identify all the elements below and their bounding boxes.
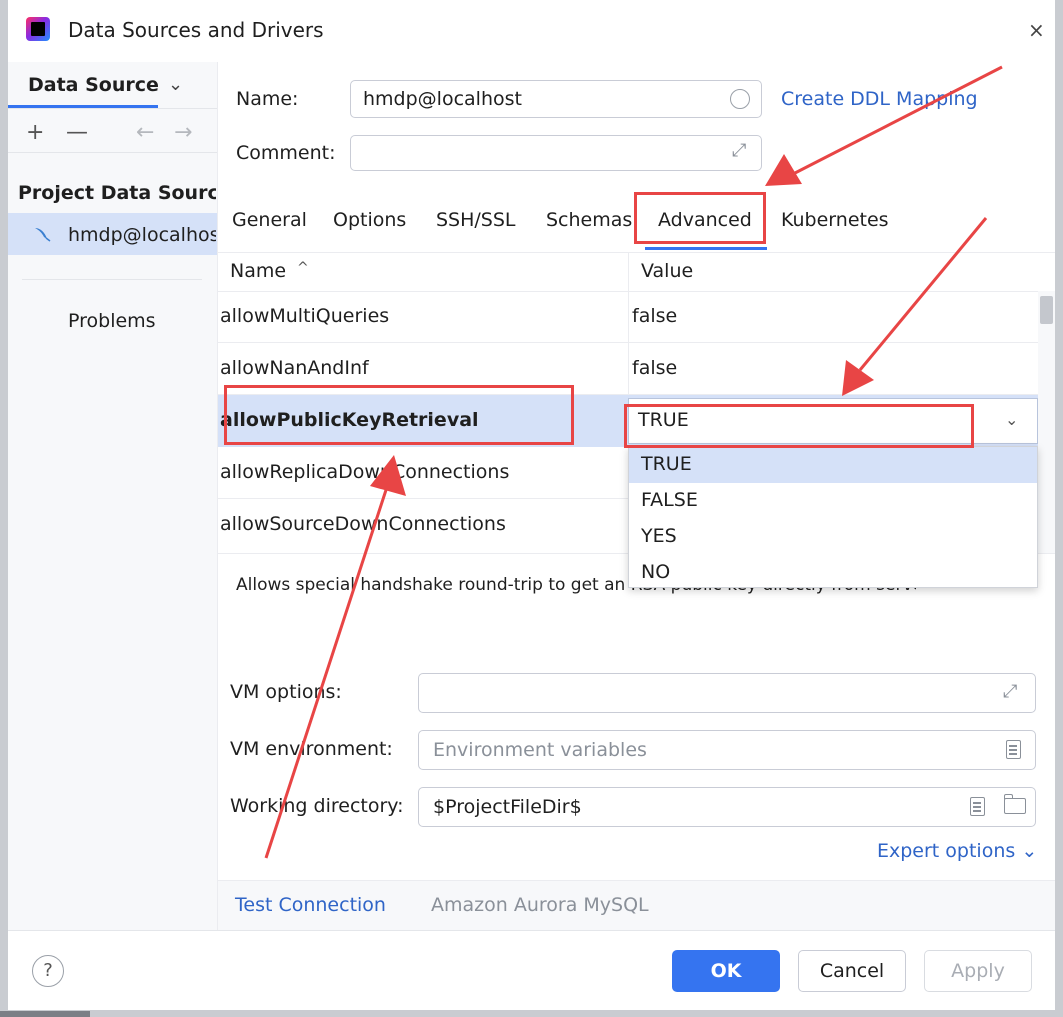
cancel-button[interactable]: Cancel <box>798 950 906 992</box>
sidebar-item-label[interactable]: hmdp@localhost <box>68 224 216 246</box>
dropdown-option-label[interactable]: FALSE <box>641 489 698 511</box>
back-arrow-icon[interactable]: ← <box>136 120 154 145</box>
sidebar-tab-data-sources[interactable]: Data Sources <box>28 74 158 96</box>
remove-icon[interactable]: — <box>66 120 88 145</box>
scrollbar-track[interactable] <box>1038 291 1055 553</box>
property-name: allowSourceDownConnections <box>220 513 506 535</box>
dropdown-option-label[interactable]: NO <box>641 561 670 583</box>
divider <box>8 108 217 109</box>
tab-ssh-ssl[interactable]: SSH/SSL <box>436 209 516 231</box>
apply-button[interactable]: Apply <box>924 950 1032 992</box>
background-right <box>1055 0 1063 1017</box>
window-title: Data Sources and Drivers <box>68 18 324 42</box>
expert-options-link[interactable]: Expert options ⌄ <box>877 840 1037 862</box>
scrollbar-thumb[interactable] <box>1040 296 1053 324</box>
expand-icon[interactable]: ⤢ <box>1003 681 1017 702</box>
chevron-down-icon[interactable]: ⌄ <box>1005 410 1018 429</box>
property-name: allowNanAndInf <box>220 357 369 379</box>
annotation-box-property <box>224 385 574 445</box>
column-divider <box>628 291 629 343</box>
name-input[interactable] <box>350 80 762 118</box>
sort-ascending-icon[interactable]: ^ <box>297 260 309 276</box>
mysql-dolphin-icon <box>32 224 52 249</box>
column-header-value[interactable]: Value <box>641 260 693 282</box>
column-header-name[interactable]: Name <box>230 260 286 282</box>
working-directory-label: Working directory: <box>230 795 404 817</box>
background-bottom <box>0 1010 1063 1017</box>
background-taskbar <box>0 1011 90 1017</box>
edit-document-icon[interactable] <box>970 797 985 816</box>
folder-icon[interactable] <box>1003 794 1026 814</box>
column-divider <box>628 253 629 291</box>
tab-kubernetes[interactable]: Kubernetes <box>781 209 889 231</box>
forward-arrow-icon[interactable]: → <box>174 120 192 145</box>
name-label: Name: <box>236 88 299 110</box>
comment-input[interactable] <box>350 135 762 171</box>
property-value[interactable]: false <box>632 305 677 327</box>
dropdown-option-no[interactable] <box>629 555 1037 591</box>
divider <box>8 930 1055 931</box>
color-circle-icon[interactable] <box>730 89 750 109</box>
divider <box>22 279 202 280</box>
help-button[interactable]: ? <box>32 955 64 987</box>
dropdown-option-label[interactable]: YES <box>641 525 677 547</box>
sidebar-item-problems[interactable]: Problems <box>68 310 156 332</box>
table-header <box>218 253 1055 291</box>
test-connection-link[interactable]: Test Connection <box>235 894 386 916</box>
edit-document-icon[interactable] <box>1006 740 1021 759</box>
expand-icon[interactable]: ⤢ <box>732 140 746 161</box>
column-divider <box>628 343 629 395</box>
annotation-box-value <box>624 404 974 448</box>
working-directory-input[interactable] <box>418 787 1036 827</box>
property-value[interactable]: false <box>632 357 677 379</box>
close-icon[interactable]: × <box>1028 18 1045 42</box>
vm-options-label: VM options: <box>230 681 342 703</box>
tab-schemas[interactable]: Schemas <box>546 209 632 231</box>
tab-general[interactable]: General <box>232 209 307 231</box>
add-icon[interactable]: + <box>26 120 44 145</box>
vm-environment-input[interactable] <box>418 730 1036 770</box>
dropdown-option-label[interactable]: TRUE <box>641 453 692 475</box>
dropdown-option-yes[interactable] <box>629 519 1037 555</box>
chevron-down-icon[interactable]: ⌄ <box>168 74 183 95</box>
vm-environment-label: VM environment: <box>230 738 393 760</box>
property-name: allowMultiQueries <box>220 305 390 327</box>
driver-name[interactable]: Amazon Aurora MySQL <box>431 894 649 916</box>
divider <box>8 152 217 153</box>
property-name: allowReplicaDownConnections <box>220 461 510 483</box>
app-logo-icon <box>26 17 50 41</box>
ok-button[interactable]: OK <box>672 950 780 992</box>
active-tab-indicator <box>645 247 767 250</box>
sidebar-group-label: Project Data Sources <box>18 182 216 204</box>
comment-label: Comment: <box>236 142 336 164</box>
vm-options-input[interactable] <box>418 673 1036 713</box>
tab-options[interactable]: Options <box>333 209 406 231</box>
annotation-box-advanced <box>634 192 766 244</box>
background-left <box>0 0 8 1017</box>
create-ddl-mapping-link[interactable]: Create DDL Mapping <box>781 88 978 110</box>
